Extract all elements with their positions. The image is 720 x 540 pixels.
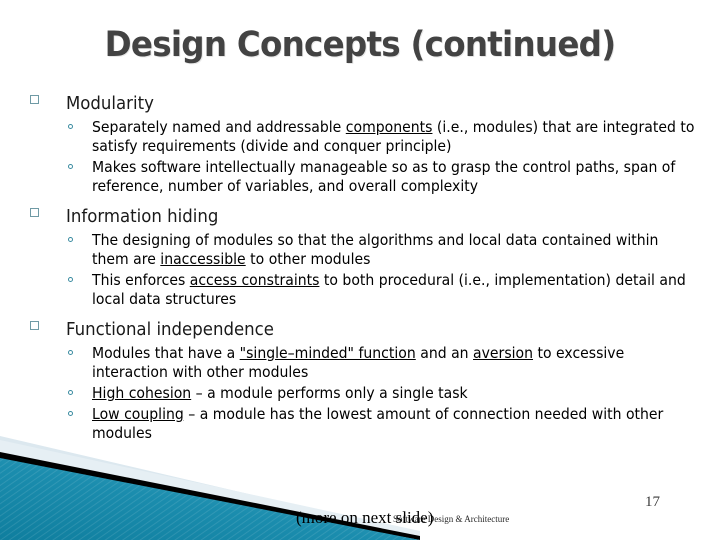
square-bullet-icon (30, 321, 39, 330)
presentation-slide: Design Concepts (continued) Modularity S… (0, 0, 720, 540)
section-heading-row: Functional independence (26, 318, 698, 342)
circle-bullet-icon (68, 237, 73, 242)
circle-bullet-icon (68, 164, 73, 169)
sub-bullet-text: Makes software intellectually manageable… (92, 158, 676, 195)
page-number: 17 (645, 494, 660, 510)
circle-bullet-icon (68, 411, 73, 416)
section-heading: Functional independence (66, 319, 274, 340)
section-heading-row: Modularity (26, 92, 698, 116)
sub-bullet-item: This enforces access constraints to both… (26, 271, 698, 309)
content-section: Information hiding The designing of modu… (26, 205, 698, 309)
slide-title: Design Concepts (continued) (104, 25, 616, 65)
circle-bullet-icon (68, 277, 73, 282)
sub-bullet-text: Modules that have a "single–minded" func… (92, 344, 625, 381)
sub-bullet-item: Separately named and addressable compone… (26, 118, 698, 156)
content-section: Modularity Separately named and addressa… (26, 92, 698, 196)
sub-bullet-text: High cohesion – a module performs only a… (92, 384, 468, 402)
circle-bullet-icon (68, 350, 73, 355)
sub-bullet-item: Modules that have a "single–minded" func… (26, 344, 698, 382)
square-bullet-icon (30, 95, 39, 104)
sub-bullet-item: High cohesion – a module performs only a… (26, 384, 698, 403)
content-section: Functional independence Modules that hav… (26, 318, 698, 443)
square-bullet-icon (30, 208, 39, 217)
sub-bullet-text: Low coupling – a module has the lowest a… (92, 405, 664, 442)
sub-bullet-text: This enforces access constraints to both… (92, 271, 686, 308)
section-heading: Information hiding (66, 206, 219, 227)
sub-bullet-text: Separately named and addressable compone… (92, 118, 695, 155)
section-heading-row: Information hiding (26, 205, 698, 229)
sub-bullet-item: Makes software intellectually manageable… (26, 158, 698, 196)
circle-bullet-icon (68, 390, 73, 395)
slide-body: Modularity Separately named and addressa… (26, 92, 698, 448)
circle-bullet-icon (68, 124, 73, 129)
more-on-next-slide-note: (more on next slide) (296, 508, 434, 527)
section-heading: Modularity (66, 93, 154, 114)
sub-bullet-item: Low coupling – a module has the lowest a… (26, 405, 698, 443)
sub-bullet-item: The designing of modules so that the alg… (26, 231, 698, 269)
sub-bullet-text: The designing of modules so that the alg… (92, 231, 659, 268)
